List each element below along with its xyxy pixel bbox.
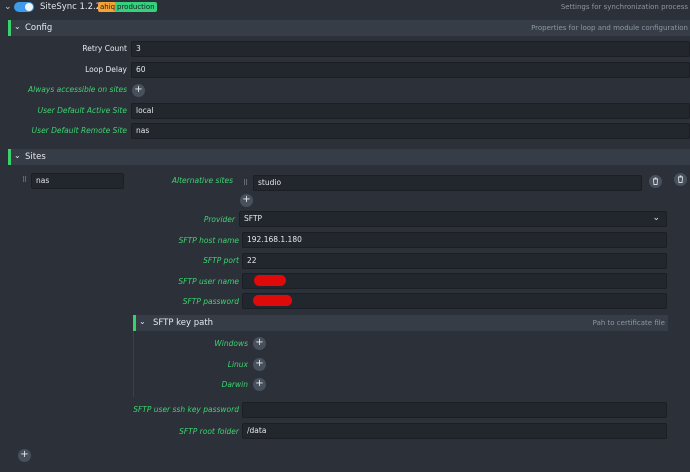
enable-toggle[interactable] (14, 2, 34, 12)
sftp-port-input[interactable]: 22 (242, 253, 667, 269)
sftp-user-input[interactable] (242, 273, 667, 289)
plugin-description: Settings for synchronization process (560, 3, 688, 11)
site-key-input[interactable]: nas (31, 173, 124, 189)
provider-label: Provider (203, 215, 235, 224)
key-path-section-header[interactable]: ⌄ SFTP key path Pah to certificate file (133, 315, 668, 331)
chevron-down-icon[interactable]: ⌄ (139, 317, 146, 326)
ssh-key-password-label: SFTP user ssh key password (133, 405, 239, 414)
chevron-down-icon[interactable]: ⌄ (14, 151, 21, 160)
sftp-port-label: SFTP port (203, 256, 239, 265)
key-path-section-hint: Pah to certificate file (592, 319, 665, 327)
drag-handle-icon[interactable]: ⠿ (243, 179, 248, 187)
retry-count-label: Retry Count (82, 44, 127, 53)
add-linux-path-button[interactable]: + (253, 358, 266, 371)
add-always-accessible-button[interactable]: + (132, 84, 145, 97)
remove-site-button[interactable] (674, 173, 687, 186)
chevron-down-icon: ⌄ (652, 213, 660, 223)
loop-delay-input[interactable]: 60 (131, 62, 690, 78)
sftp-password-label: SFTP password (182, 297, 239, 306)
sites-section-title: Sites (25, 152, 46, 162)
default-remote-site-input[interactable]: nas (131, 123, 690, 139)
darwin-label: Darwin (221, 380, 248, 389)
add-site-button[interactable]: + (18, 449, 31, 462)
config-section-header[interactable]: ⌄ Config Properties for loop and module … (8, 20, 690, 36)
plugin-title: SiteSync 1.2.2 (40, 2, 102, 12)
root-folder-label: SFTP root folder (179, 427, 239, 436)
ssh-key-password-input[interactable] (242, 402, 667, 418)
config-section-hint: Properties for loop and module configura… (531, 24, 688, 32)
add-darwin-path-button[interactable]: + (253, 378, 266, 391)
remove-alternative-site-button[interactable] (649, 175, 662, 188)
provider-select[interactable]: SFTP ⌄ (239, 211, 667, 227)
retry-count-input[interactable]: 3 (131, 41, 690, 57)
chevron-down-icon[interactable]: ⌄ (14, 22, 21, 31)
redaction-mark (253, 295, 292, 306)
windows-label: Windows (214, 339, 248, 348)
default-remote-site-label: User Default Remote Site (31, 126, 127, 135)
alternative-site-input[interactable]: studio (253, 175, 642, 191)
sftp-user-label: SFTP user name (178, 277, 239, 286)
default-active-site-label: User Default Active Site (37, 106, 127, 115)
default-active-site-input[interactable]: local (131, 103, 690, 119)
provider-value: SFTP (244, 214, 263, 223)
chevron-down-icon[interactable]: ⌄ (4, 1, 12, 13)
sites-section-header[interactable]: ⌄ Sites (8, 149, 690, 165)
toggle-knob (25, 3, 33, 11)
trash-icon (678, 175, 683, 183)
redaction-mark (254, 275, 286, 286)
badge-production: production (115, 2, 157, 12)
trash-icon (653, 177, 658, 185)
add-windows-path-button[interactable]: + (253, 337, 266, 350)
add-alternative-site-button[interactable]: + (240, 194, 253, 207)
linux-label: Linux (227, 360, 248, 369)
always-accessible-label: Always accessible on sites (27, 85, 127, 94)
drag-handle-icon[interactable]: ⠿ (22, 176, 27, 184)
loop-delay-label: Loop Delay (85, 65, 127, 74)
root-folder-input[interactable]: /data (242, 423, 667, 439)
sftp-password-input[interactable] (242, 293, 667, 309)
sftp-host-label: SFTP host name (178, 236, 239, 245)
alternative-sites-label: Alternative sites (171, 176, 233, 185)
config-section-title: Config (25, 23, 53, 33)
sftp-host-input[interactable]: 192.168.1.180 (242, 232, 667, 248)
key-path-section-title: SFTP key path (153, 318, 214, 328)
